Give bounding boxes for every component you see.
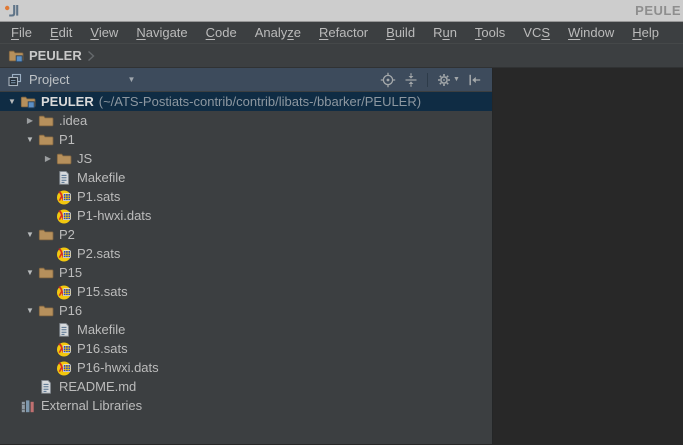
tree-item-label: P16-hwxi.dats: [77, 360, 159, 375]
tree-expanded-arrow-icon[interactable]: ▼: [4, 97, 20, 106]
project-tool-icon: [7, 72, 23, 88]
ats-file-icon: [56, 189, 72, 205]
project-tree: ▼ PEULER (~/ATS-Postiats-contrib/contrib/l…: [0, 91, 492, 444]
menu-item-tools[interactable]: Tools: [466, 23, 514, 42]
tree-expanded-arrow-icon[interactable]: ▼: [22, 230, 38, 239]
breadcrumb-label: PEULER: [29, 48, 82, 63]
menu-item-vcs[interactable]: VCS: [514, 23, 559, 42]
tree-item-label: P2.sats: [77, 246, 121, 261]
tree-item-label: P1-hwxi.dats: [77, 208, 152, 223]
menu-item-code[interactable]: Code: [197, 23, 246, 42]
tree-row[interactable]: ▶ JS: [0, 149, 492, 168]
ats-file-icon: [56, 246, 72, 262]
tree-row[interactable]: ▼ P2: [0, 225, 492, 244]
menu-item-run[interactable]: Run: [424, 23, 466, 42]
tree-row[interactable]: ▼ PEULER (~/ATS-Postiats-contrib/contrib/l…: [0, 92, 492, 111]
project-folder-icon: [8, 48, 24, 64]
tree-collapsed-arrow-icon[interactable]: ▶: [22, 116, 38, 125]
folder-icon: [38, 113, 54, 129]
tree-expanded-arrow-icon[interactable]: ▼: [22, 268, 38, 277]
window-title: PEULE: [635, 3, 681, 18]
locate-file-button[interactable]: [376, 70, 399, 90]
text-file-icon: [56, 322, 72, 338]
tree-item-label: P15: [59, 265, 83, 280]
ats-file-icon: [56, 208, 72, 224]
libraries-icon: [20, 398, 36, 414]
menu-item-analyze[interactable]: Analyze: [246, 23, 310, 42]
tree-row[interactable]: ▼ P1: [0, 130, 492, 149]
tree-row[interactable]: External Libraries: [0, 396, 492, 415]
navigation-bar: PEULER: [0, 43, 683, 68]
toolbar-divider: [427, 72, 428, 87]
tree-row[interactable]: README.md: [0, 377, 492, 396]
tree-row[interactable]: ▶ .idea: [0, 111, 492, 130]
menu-item-navigate[interactable]: Navigate: [127, 23, 196, 42]
text-file-icon: [56, 170, 72, 186]
tree-item-label: .idea: [59, 113, 88, 128]
ats-file-icon: [56, 341, 72, 357]
tree-item-label: P16.sats: [77, 341, 128, 356]
collapse-all-button[interactable]: [399, 70, 422, 90]
folder-icon: [38, 265, 54, 281]
text-file-icon: [38, 379, 54, 395]
tree-row[interactable]: Makefile: [0, 168, 492, 187]
menu-item-build[interactable]: Build: [377, 23, 424, 42]
tree-item-label: PEULER: [41, 94, 94, 109]
gear-dropdown-arrow-icon: ▼: [453, 76, 460, 83]
tree-row[interactable]: Makefile: [0, 320, 492, 339]
tree-item-label: Makefile: [77, 170, 126, 185]
menu-bar: File Edit View Navigate Code Analyze Refactor B…: [0, 22, 683, 43]
chevron-down-icon: ▼: [127, 75, 136, 84]
project-root-path: (~/ATS-Postiats-contrib/contrib/libats-/…: [98, 94, 422, 109]
tree-item-label: JS: [77, 151, 93, 166]
ats-file-icon: [56, 284, 72, 300]
editor-area: [493, 68, 683, 444]
tree-expanded-arrow-icon[interactable]: ▼: [22, 306, 38, 315]
menu-item-file[interactable]: File: [2, 23, 41, 42]
tree-item-label: P16: [59, 303, 83, 318]
gear-icon: [436, 72, 452, 88]
folder-icon: [38, 303, 54, 319]
project-panel-header: Project ▼ ▼: [0, 68, 492, 91]
tree-item-label: P2: [59, 227, 75, 242]
tree-row[interactable]: P15.sats: [0, 282, 492, 301]
project-panel-title: Project: [29, 72, 70, 87]
tree-item-label: External Libraries: [41, 398, 143, 413]
menu-item-window[interactable]: Window: [559, 23, 623, 42]
tree-row[interactable]: P16-hwxi.dats: [0, 358, 492, 377]
tree-row[interactable]: P16.sats: [0, 339, 492, 358]
tree-item-label: README.md: [59, 379, 137, 394]
tree-item-label: P1: [59, 132, 75, 147]
intellij-logo-icon: [3, 2, 21, 20]
menu-item-view[interactable]: View: [81, 23, 127, 42]
menu-item-refactor[interactable]: Refactor: [310, 23, 377, 42]
settings-gear-button[interactable]: ▼: [433, 70, 463, 90]
hide-panel-button[interactable]: [463, 70, 486, 90]
main-area: Project ▼ ▼ ▼ PEULER (~/ATS-Postiats-contr…: [0, 68, 683, 444]
breadcrumb-project[interactable]: PEULER: [8, 48, 82, 64]
folder-icon: [38, 227, 54, 243]
menu-item-help[interactable]: Help: [623, 23, 668, 42]
tree-row[interactable]: P1.sats: [0, 187, 492, 206]
chevron-right-icon: [84, 48, 98, 64]
tree-row[interactable]: P2.sats: [0, 244, 492, 263]
project-folder-icon: [20, 94, 36, 110]
folder-icon: [38, 132, 54, 148]
tree-row[interactable]: ▼ P15: [0, 263, 492, 282]
panel-header-actions: ▼: [376, 70, 486, 90]
menu-item-edit[interactable]: Edit: [41, 23, 81, 42]
tree-item-label: Makefile: [77, 322, 126, 337]
tree-collapsed-arrow-icon[interactable]: ▶: [40, 154, 56, 163]
project-tool-window: Project ▼ ▼ ▼ PEULER (~/ATS-Postiats-contr…: [0, 68, 493, 444]
folder-icon: [56, 151, 72, 167]
tree-item-label: P15.sats: [77, 284, 128, 299]
window-title-bar: PEULE: [0, 0, 683, 22]
tree-item-label: P1.sats: [77, 189, 121, 204]
tree-row[interactable]: P1-hwxi.dats: [0, 206, 492, 225]
tree-expanded-arrow-icon[interactable]: ▼: [22, 135, 38, 144]
tree-row[interactable]: ▼ P16: [0, 301, 492, 320]
ats-file-icon: [56, 360, 72, 376]
project-view-selector[interactable]: Project ▼: [7, 72, 135, 88]
